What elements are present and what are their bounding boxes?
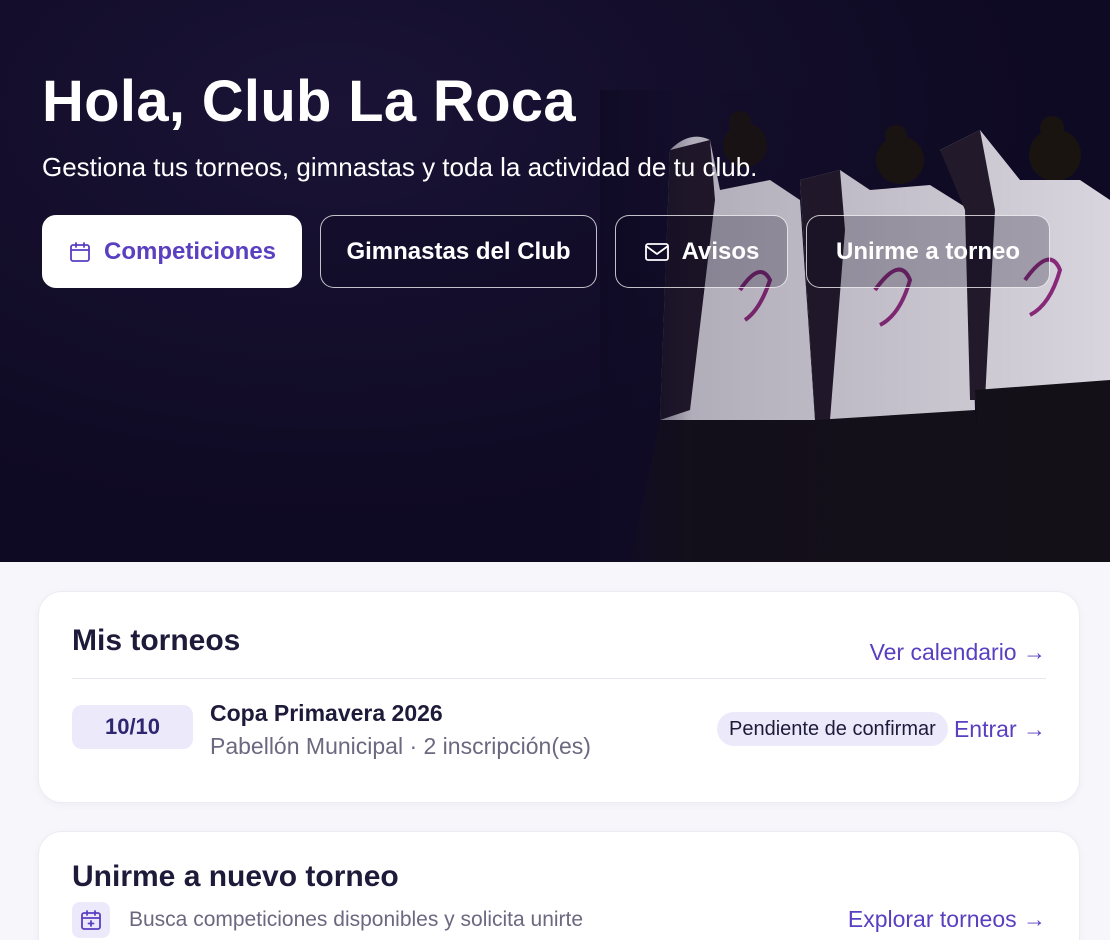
avisos-button[interactable]: Avisos [615, 215, 788, 288]
calendar-add-icon [72, 902, 110, 938]
divider [72, 678, 1046, 679]
calendar-icon [70, 241, 90, 262]
tournament-name: Copa Primavera 2026 [210, 700, 443, 726]
join-tournament-card: Unirme a nuevo torneo Busca competicione… [38, 831, 1080, 940]
gimnastas-label: Gimnastas del Club [346, 237, 571, 265]
date-badge: 10/10 [72, 705, 193, 749]
explore-link[interactable]: Explorar torneos → [848, 906, 1046, 933]
join-description: Busca competiciones disponibles y solici… [129, 908, 584, 931]
unirme-torneo-button[interactable]: Unirme a torneo [806, 215, 1050, 288]
unirme-torneo-label: Unirme a torneo [835, 237, 1021, 265]
my-tournaments-card: Mis torneos Ver calendario → 10/10 Copa … [38, 591, 1080, 803]
calendar-link[interactable]: Ver calendario → [870, 639, 1046, 666]
gimnastas-button[interactable]: Gimnastas del Club [320, 215, 597, 288]
competiciones-label: Competiciones [103, 237, 277, 265]
tournament-meta: Pabellón Municipal · 2 inscripción(es) [210, 733, 591, 759]
join-title: Unirme a nuevo torneo [72, 860, 399, 893]
status-badge: Pendiente de confirmar [717, 712, 948, 746]
avisos-label: Avisos [681, 237, 760, 265]
enter-link[interactable]: Entrar → [954, 716, 1046, 743]
hero-banner: Hola, Club La Roca Gestiona tus torneos,… [0, 0, 1110, 562]
my-tournaments-title: Mis torneos [72, 624, 241, 657]
page-title: Hola, Club La Roca [42, 69, 576, 134]
competiciones-button[interactable]: Competiciones [42, 215, 302, 288]
mail-icon [644, 242, 669, 261]
page-subtitle: Gestiona tus torneos, gimnastas y toda l… [42, 152, 758, 182]
